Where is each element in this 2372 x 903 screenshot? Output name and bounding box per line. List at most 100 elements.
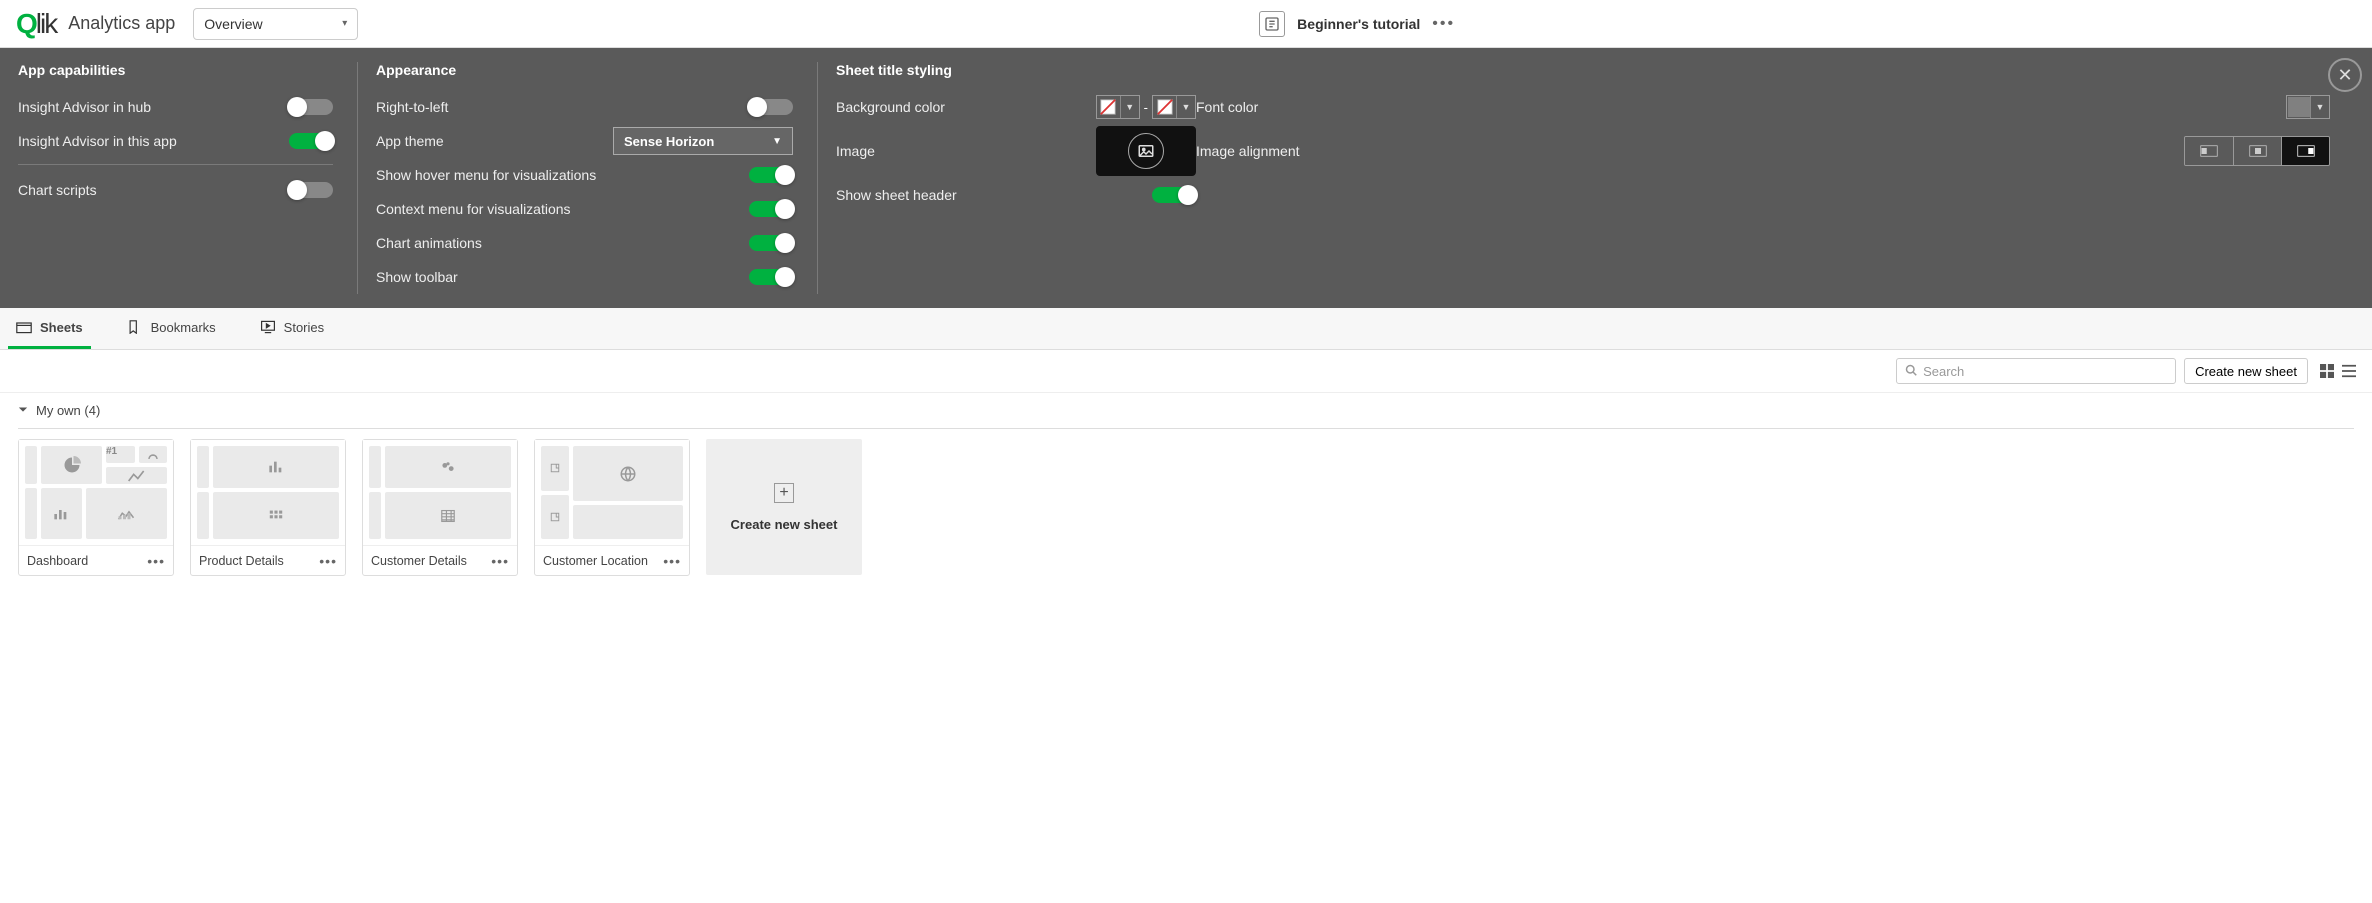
image-align-label: Image alignment [1196,143,1300,159]
chevron-down-icon: ▼ [1177,102,1195,112]
image-align-row: Image alignment [1196,124,2330,178]
image-icon [1128,133,1164,169]
search-icon [1905,364,1917,379]
show-toolbar-row: Show toolbar [376,260,793,294]
sheet-card-customer-details[interactable]: Customer Details ••• [362,439,518,576]
create-new-sheet-card[interactable]: + Create new sheet [706,439,862,575]
insight-hub-label: Insight Advisor in hub [18,99,151,115]
bg-color-start-swatch[interactable]: ▼ [1096,95,1140,119]
topbar: Qlik Analytics app Overview ▾ Beginner's… [0,0,2372,48]
sheet-card-product-details[interactable]: Product Details ••• [190,439,346,576]
chevron-down-icon: ▼ [2311,102,2329,112]
tab-stories[interactable]: Stories [252,308,332,349]
view-dropdown[interactable]: Overview ▾ [193,8,358,40]
more-icon[interactable]: ••• [1432,15,1455,33]
rtl-toggle[interactable] [749,99,793,115]
chart-scripts-label: Chart scripts [18,182,97,198]
chevron-down-icon: ▼ [1121,102,1139,112]
chart-anim-toggle[interactable] [749,235,793,251]
tab-sheets-label: Sheets [40,320,83,335]
show-header-label: Show sheet header [836,187,957,203]
divider [18,164,333,165]
appearance-column: Appearance Right-to-left App theme Sense… [358,62,818,294]
align-right-button[interactable] [2281,137,2329,165]
sheet-more-button[interactable]: ••• [663,553,681,569]
bg-color-end-swatch[interactable]: ▼ [1152,95,1196,119]
sheet-thumb [535,440,689,545]
tutorial-label: Beginner's tutorial [1297,16,1420,32]
font-color-label: Font color [1196,99,1258,115]
sheet-thumb [363,440,517,545]
show-header-toggle[interactable] [1152,187,1196,203]
hover-menu-toggle[interactable] [749,167,793,183]
swatch-dash: - [1144,100,1148,115]
sheet-title: Customer Location [543,554,648,568]
appearance-title: Appearance [376,62,793,78]
bg-color-label: Background color [836,99,945,115]
chart-scripts-toggle[interactable] [289,182,333,198]
qlik-logo: Qlik [16,8,56,40]
select-image-button[interactable] [1096,126,1196,176]
tutorial-app-icon[interactable] [1259,11,1285,37]
app-settings-panel: ✕ App capabilities Insight Advisor in hu… [0,48,2372,308]
plus-icon: + [774,483,794,503]
sheets-icon [16,320,32,334]
sheet-title: Customer Details [371,554,467,568]
overview-tabs: Sheets Bookmarks Stories [0,308,2372,350]
rtl-row: Right-to-left [376,90,793,124]
image-align-group [2184,136,2330,166]
sheets-grid: #1 [0,439,2372,596]
font-color-swatch[interactable]: ▼ [2286,95,2330,119]
grid-view-button[interactable] [2316,360,2338,382]
tab-bookmarks[interactable]: Bookmarks [119,308,224,349]
view-toggle [2316,360,2360,382]
insight-app-row: Insight Advisor in this app [18,124,333,158]
sheet-more-button[interactable]: ••• [147,553,165,569]
spacer-title [1196,62,2330,78]
align-left-button[interactable] [2185,137,2233,165]
create-new-sheet-button[interactable]: Create new sheet [2184,358,2308,384]
app-name-label: Analytics app [68,13,175,34]
my-own-label: My own (4) [36,403,100,418]
font-color-box [2287,96,2311,118]
close-button[interactable]: ✕ [2328,58,2362,92]
topbar-center: Beginner's tutorial ••• [358,11,2356,37]
view-dropdown-label: Overview [204,16,262,32]
sheet-card-dashboard[interactable]: #1 [18,439,174,576]
show-toolbar-toggle[interactable] [749,269,793,285]
stories-icon [260,320,276,334]
image-row: Image [836,124,1196,178]
sheet-thumb: #1 [19,440,173,545]
my-own-section-header[interactable]: My own (4) [0,393,2372,428]
sheet-title-left: Sheet title styling Background color ▼ - [836,62,1196,294]
sheet-more-button[interactable]: ••• [319,553,337,569]
none-swatch-icon [1097,96,1121,118]
align-center-button[interactable] [2233,137,2281,165]
app-capabilities-title: App capabilities [18,62,333,78]
context-menu-toggle[interactable] [749,201,793,217]
divider [18,428,2354,429]
theme-select[interactable]: Sense Horizon ▼ [613,127,793,155]
sheet-card-customer-location[interactable]: Customer Location ••• [534,439,690,576]
chevron-down-icon [18,403,28,418]
rtl-label: Right-to-left [376,99,448,115]
bg-color-swatch-pair: ▼ - ▼ [1096,95,1196,119]
none-swatch-icon [1153,96,1177,118]
insight-hub-toggle[interactable] [289,99,333,115]
font-color-row: Font color ▼ [1196,90,2330,124]
sheet-title-column: Sheet title styling Background color ▼ - [818,62,2354,294]
theme-label: App theme [376,133,444,149]
insight-app-toggle[interactable] [289,133,333,149]
search-field[interactable] [1923,364,2167,379]
list-view-button[interactable] [2338,360,2360,382]
sheet-title: Product Details [199,554,284,568]
chart-anim-label: Chart animations [376,235,482,251]
image-label: Image [836,143,875,159]
search-input[interactable] [1896,358,2176,384]
sheet-more-button[interactable]: ••• [491,553,509,569]
tab-stories-label: Stories [284,320,324,335]
tab-sheets[interactable]: Sheets [8,308,91,349]
show-header-row: Show sheet header [836,178,1196,212]
sheet-title-right: Font color ▼ Image alignment [1196,62,2330,294]
context-menu-row: Context menu for visualizations [376,192,793,226]
